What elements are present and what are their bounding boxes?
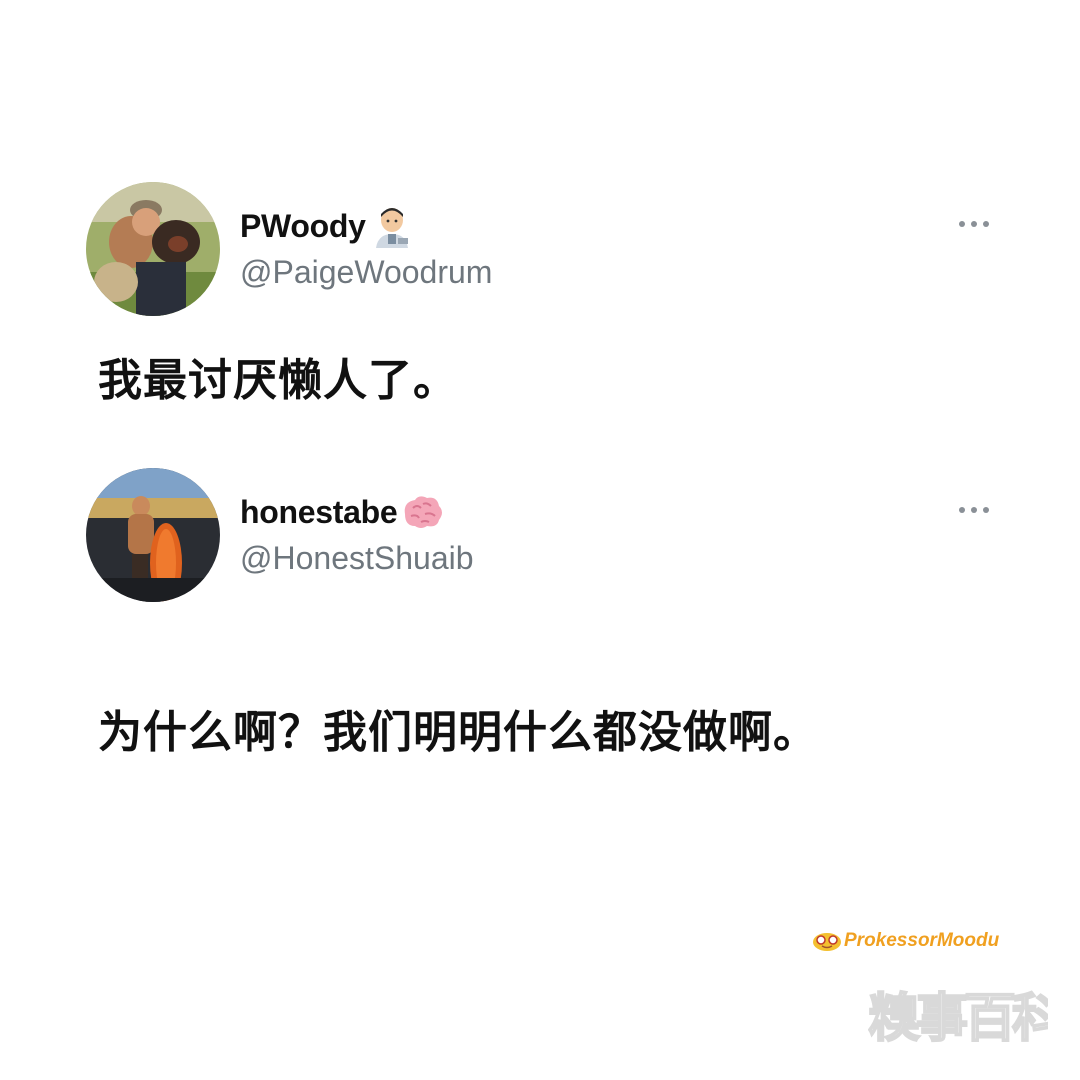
avatar[interactable] bbox=[86, 182, 220, 316]
display-name[interactable]: honestabe bbox=[240, 494, 398, 531]
tweet-card: honestabe @HonestShuaib 为什么啊？我们明明什么都没做啊。 bbox=[0, 468, 1080, 768]
brain-emoji bbox=[401, 490, 445, 534]
name-row: PWoody bbox=[240, 204, 414, 248]
avatar[interactable] bbox=[86, 468, 220, 602]
more-options-icon[interactable] bbox=[956, 504, 992, 516]
glasses-face-icon bbox=[813, 933, 841, 951]
man-technologist-emoji bbox=[370, 204, 414, 248]
brand-watermark: ProkessorMoodu bbox=[812, 930, 999, 952]
user-handle[interactable]: @PaigeWoodrum bbox=[240, 254, 492, 291]
tweet-text: 为什么啊？我们明明什么都没做啊。 bbox=[98, 707, 818, 758]
man-with-surfboard-photo bbox=[86, 468, 220, 602]
person-with-dog-photo bbox=[86, 182, 220, 316]
user-handle[interactable]: @HonestShuaib bbox=[240, 540, 474, 577]
more-options-icon[interactable] bbox=[956, 218, 992, 230]
tweet-card: PWoody @PaigeWoodrum 我最讨厌懒人了。 bbox=[0, 182, 1080, 412]
site-logo-text: 糗事百科 bbox=[868, 989, 1048, 1049]
name-row: honestabe bbox=[240, 490, 445, 534]
display-name[interactable]: PWoody bbox=[240, 208, 366, 245]
brand-watermark-text: ProkessorMoodu bbox=[844, 930, 1000, 951]
site-logo-watermark: 糗事百科 bbox=[868, 972, 1048, 1056]
tweet-text: 我最讨厌懒人了。 bbox=[98, 355, 458, 406]
